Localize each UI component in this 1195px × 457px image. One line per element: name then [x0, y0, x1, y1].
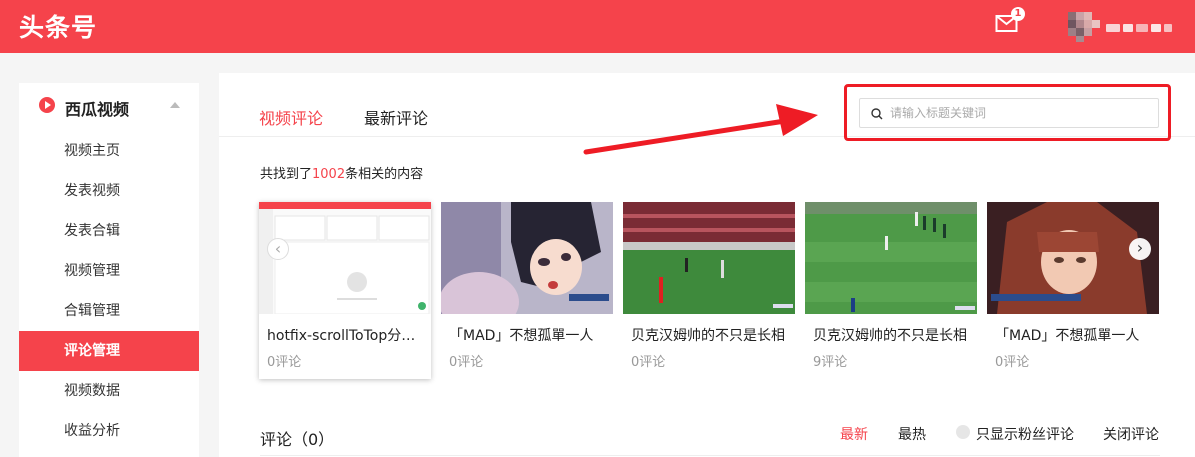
video-comment-count: 0评论 [449, 355, 484, 370]
result-suffix: 条相关的内容 [345, 167, 424, 182]
sidebar-section-xigua[interactable]: 西瓜视频 [19, 83, 199, 131]
video-thumbnail [623, 202, 795, 314]
top-header: 头条号 1 [0, 0, 1195, 53]
annotation-arrow-icon [583, 104, 818, 155]
sidebar-item-publish-video[interactable]: 发表视频 [19, 171, 199, 211]
video-title[interactable]: 贝克汉姆帅的不只是长相 [631, 325, 791, 345]
sidebar-section-title: 西瓜视频 [65, 100, 130, 119]
video-title[interactable]: hotfix-scrollToTop分支调试 [267, 325, 427, 345]
result-prefix: 共找到了 [260, 167, 313, 182]
sidebar-item-video-manage[interactable]: 视频管理 [19, 251, 199, 291]
video-title[interactable]: 「MAD」不想孤單一人 [995, 325, 1155, 345]
tab-video-comments[interactable]: 视频评论 [259, 105, 323, 129]
filter-fans-only[interactable]: 只显示粉丝评论 [976, 424, 1074, 444]
video-thumbnail [259, 202, 431, 314]
close-comments-button[interactable]: 关闭评论 [1103, 424, 1159, 444]
video-comment-count: 0评论 [995, 355, 1030, 370]
video-title[interactable]: 「MAD」不想孤單一人 [449, 325, 609, 345]
result-count: 共找到了1002条相关的内容 [260, 163, 423, 182]
filter-latest[interactable]: 最新 [840, 424, 868, 444]
video-card[interactable]: 「MAD」不想孤單一人 0评论 [987, 202, 1159, 379]
video-thumbnail [441, 202, 613, 314]
search-input[interactable] [890, 103, 1150, 123]
play-icon [39, 97, 55, 113]
comments-heading: 评论（0） [260, 430, 335, 449]
avatar[interactable] [1068, 12, 1102, 42]
video-card[interactable]: hotfix-scrollToTop分支调试 0评论 [259, 202, 431, 379]
sidebar-item-video-data[interactable]: 视频数据 [19, 371, 199, 411]
video-card[interactable]: 贝克汉姆帅的不只是长相 9评论 [805, 202, 977, 379]
chevron-up-icon [170, 102, 180, 108]
video-comment-count: 0评论 [267, 355, 302, 370]
video-title[interactable]: 贝克汉姆帅的不只是长相 [813, 325, 973, 345]
divider [260, 455, 1160, 456]
sidebar: 西瓜视频 视频主页 发表视频 发表合辑 视频管理 合辑管理 评论管理 视频数据 … [19, 83, 199, 457]
carousel-next-button[interactable]: › [1129, 238, 1151, 260]
username-blurred[interactable] [1106, 17, 1186, 32]
sidebar-item-publish-collection[interactable]: 发表合辑 [19, 211, 199, 251]
video-comment-count: 0评论 [631, 355, 666, 370]
video-card[interactable]: 贝克汉姆帅的不只是长相 0评论 [623, 202, 795, 379]
sidebar-item-collection-manage[interactable]: 合辑管理 [19, 291, 199, 331]
video-thumbnail [805, 202, 977, 314]
filter-hottest[interactable]: 最热 [898, 424, 926, 444]
sidebar-item-video-home[interactable]: 视频主页 [19, 131, 199, 171]
logo[interactable]: 头条号 [19, 8, 97, 44]
notification-badge: 1 [1011, 7, 1025, 21]
video-card[interactable]: 「MAD」不想孤單一人 0评论 [441, 202, 613, 379]
sidebar-item-revenue[interactable]: 收益分析 [19, 411, 199, 451]
video-comment-count: 9评论 [813, 355, 848, 370]
search-field[interactable] [859, 98, 1159, 128]
tab-latest-comments[interactable]: 最新评论 [364, 105, 428, 129]
search-icon [871, 108, 883, 120]
result-number: 1002 [312, 167, 346, 182]
sidebar-item-comment-manage[interactable]: 评论管理 [19, 331, 199, 371]
fans-only-radio[interactable] [956, 425, 970, 439]
carousel-prev-button[interactable]: ‹ [267, 238, 289, 260]
